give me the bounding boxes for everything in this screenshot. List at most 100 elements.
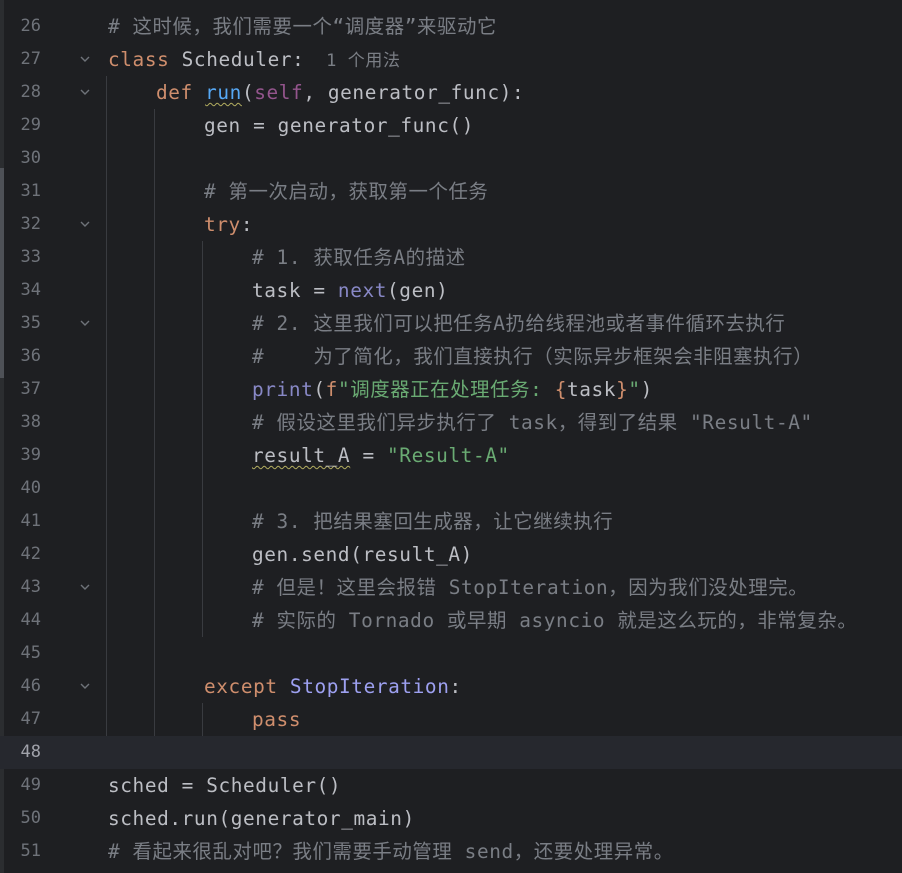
code-token: = [350,444,388,467]
code-token: f [325,378,338,401]
code-line[interactable]: 31 # 第一次启动，获取第一个任务 [0,175,902,208]
fold-chevron-icon[interactable] [80,681,90,691]
code-line[interactable]: 29 gen = generator_func() [0,109,902,142]
code-text: sched.run(generator_main) [108,802,415,835]
code-text: pass [252,703,301,736]
code-token: "调度器正在处理任务: [337,378,555,401]
code-text: # 实际的 Tornado 或早期 asyncio 就是这么玩的，非常复杂。 [252,604,857,637]
code-token: result_A [252,444,351,467]
code-line[interactable]: 41 # 3. 把结果塞回生成器，让它继续执行 [0,505,902,538]
code-line[interactable]: 39 result_A = "Result-A" [0,439,902,472]
code-token: gen.send(result_A) [252,543,473,566]
code-token: : [449,675,462,698]
code-token: pass [252,708,302,731]
line-number: 33 [20,247,41,267]
code-token: ( [241,81,255,104]
code-line[interactable]: 51 # 看起来很乱对吧？我们需要手动管理 send，还要处理异常。 [0,835,902,868]
code-line[interactable]: 30 [0,142,902,175]
fold-chevron-icon[interactable] [80,582,90,592]
code-token: try [204,213,241,236]
code-line[interactable]: 43 # 但是！这里会报错 StopIteration，因为我们没处理完。 [0,571,902,604]
code-token: # 假设这里我们异步执行了 task，得到了结果 "Result-A" [252,411,813,434]
code-line[interactable]: 44 # 实际的 Tornado 或早期 asyncio 就是这么玩的，非常复杂。 [0,604,902,637]
code-line[interactable]: 49 sched = Scheduler() [0,769,902,802]
line-number: 41 [20,511,41,531]
code-text: # 3. 把结果塞回生成器，让它继续执行 [252,505,613,538]
code-token: } [616,378,629,401]
code-line[interactable]: 33 # 1. 获取任务A的描述 [0,241,902,274]
code-text: print(f"调度器正在处理任务: {task}") [252,373,653,406]
code-token: run [205,81,242,104]
code-line[interactable]: 36 # 为了简化，我们直接执行（实际异步框架会非阻塞执行） [0,340,902,373]
code-line[interactable]: 35 # 2. 这里我们可以把任务A扔给线程池或者事件循环去执行 [0,307,902,340]
code-token: Scheduler: [181,48,305,71]
code-line[interactable]: 46 except StopIteration: [0,670,902,703]
code-line[interactable]: 42 gen.send(result_A) [0,538,902,571]
line-number: 45 [20,643,41,663]
code-line[interactable]: 28 def run(self, generator_func): [0,76,902,109]
line-number: 26 [20,16,41,36]
code-line[interactable]: 50 sched.run(generator_main) [0,802,902,835]
line-number: 49 [20,775,41,795]
line-number: 39 [20,445,41,465]
line-number: 43 [20,577,41,597]
code-line[interactable]: 27 class Scheduler: 1 个用法 [0,43,902,76]
code-token: print [252,378,314,401]
code-text: # 为了简化，我们直接执行（实际异步框架会非阻塞执行） [252,340,813,373]
code-line[interactable]: 45 [0,637,902,670]
line-number: 51 [20,841,41,861]
code-token: ( [313,378,326,401]
code-line[interactable]: 38 # 假设这里我们异步执行了 task，得到了结果 "Result-A" [0,406,902,439]
fold-chevron-icon[interactable] [80,54,90,64]
code-line[interactable]: 32 try: [0,208,902,241]
code-token: task [566,378,617,401]
code-token: # 实际的 Tornado 或早期 asyncio 就是这么玩的，非常复杂。 [252,609,858,632]
code-token: , generator_func): [303,81,525,104]
code-token: task = [252,279,338,302]
fold-chevron-icon[interactable] [80,219,90,229]
code-token: : [240,213,254,236]
line-number: 37 [20,379,41,399]
code-token: # 为了简化，我们直接执行（实际异步框架会非阻塞执行） [252,345,814,368]
code-token: # 1. 获取任务A的描述 [252,246,466,269]
code-line[interactable]: 47 pass [0,703,902,736]
fold-chevron-icon[interactable] [80,87,90,97]
code-text: class Scheduler: 1 个用法 [108,43,401,78]
code-text: sched = Scheduler() [108,769,341,802]
code-text: # 这时候，我们需要一个“调度器”来驱动它 [108,10,497,43]
code-line[interactable]: 34 task = next(gen) [0,274,902,307]
fold-chevron-icon[interactable] [80,318,90,328]
line-number: 29 [20,115,41,135]
code-text: # 看起来很乱对吧？我们需要手动管理 send，还要处理异常。 [108,835,674,868]
line-number: 32 [20,214,41,234]
code-line[interactable]: 26 # 这时候，我们需要一个“调度器”来驱动它 [0,10,902,43]
code-token: " [628,378,641,401]
code-text: # 第一次启动，获取第一个任务 [204,175,488,208]
code-token: # 但是！这里会报错 StopIteration，因为我们没处理完。 [252,576,809,599]
code-text: task = next(gen) [252,274,448,307]
line-number: 46 [20,676,41,696]
line-number: 34 [20,280,41,300]
line-number: 44 [20,610,41,630]
code-text: # 2. 这里我们可以把任务A扔给线程池或者事件循环去执行 [252,307,785,340]
indent-guide [106,76,107,736]
code-text: gen = generator_func() [204,109,474,142]
code-text: try: [204,208,253,241]
code-text: # 但是！这里会报错 StopIteration，因为我们没处理完。 [252,571,808,604]
code-text: except StopIteration: [204,670,462,703]
code-token: sched = Scheduler() [108,774,342,797]
code-text: def run(self, generator_func): [156,76,524,109]
code-token: # 看起来很乱对吧？我们需要手动管理 send，还要处理异常。 [108,840,674,863]
code-token: sched.run(generator_main) [108,807,415,830]
code-editor[interactable]: 26 # 这时候，我们需要一个“调度器”来驱动它 27 class Scheduler… [0,0,902,873]
code-line[interactable]: 40 [0,472,902,505]
line-number: 31 [20,181,41,201]
code-token: 1 个用法 [304,51,401,71]
line-number: 28 [20,82,41,102]
line-number: 47 [20,709,41,729]
code-line[interactable]: 48 [0,736,902,769]
line-number: 50 [20,808,41,828]
code-token: "Result-A" [387,444,510,467]
line-number: 30 [20,148,41,168]
code-line[interactable]: 37 print(f"调度器正在处理任务: {task}") [0,373,902,406]
